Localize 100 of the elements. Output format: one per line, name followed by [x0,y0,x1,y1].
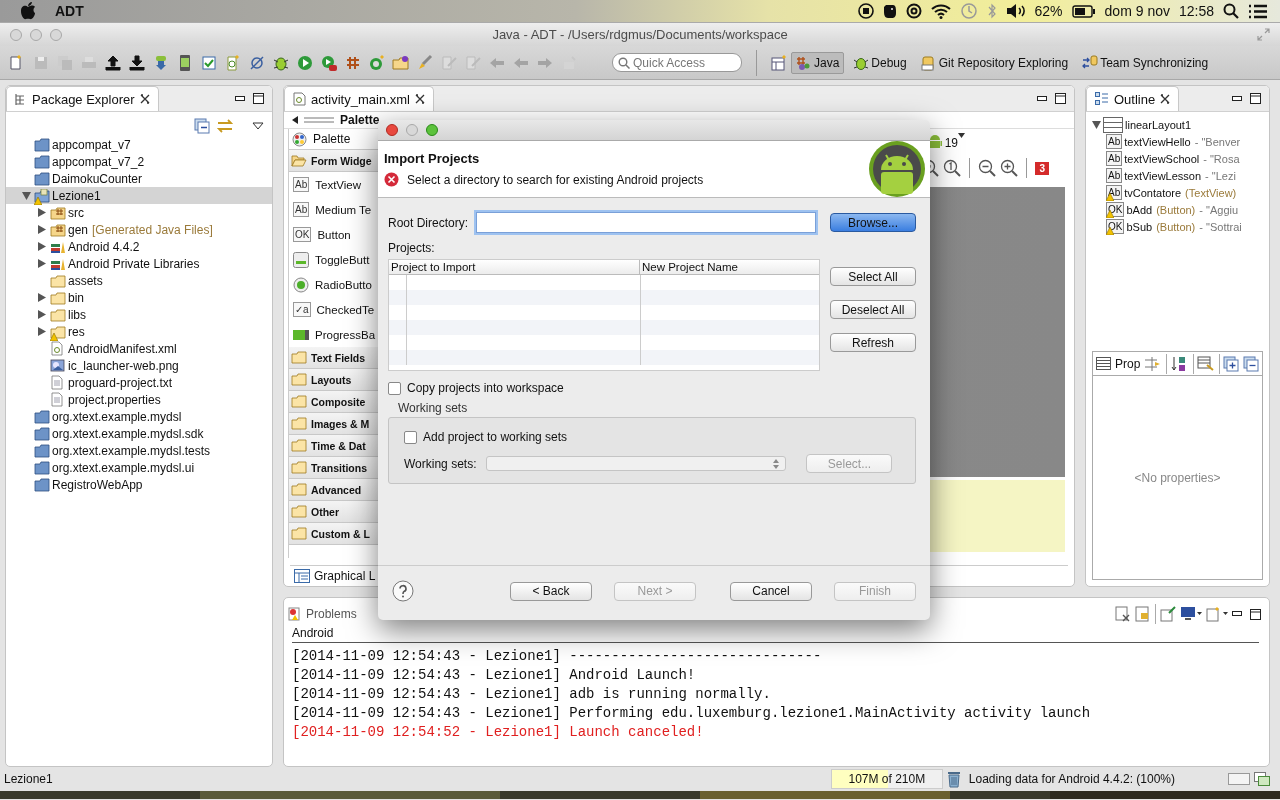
tree-item[interactable]: bin [6,289,272,306]
checkbox[interactable] [404,430,417,444]
palette-category[interactable]: Layouts [289,369,379,391]
close-icon[interactable] [139,94,150,104]
tree-item[interactable]: linearLayout1 [1092,116,1269,133]
error-count-badge[interactable]: 3 [1035,161,1049,175]
column-header[interactable]: New Project Name [640,260,738,274]
table-action-button[interactable]: Refresh [830,333,916,352]
table-action-button[interactable]: Select All [830,267,916,286]
stop-circle-icon[interactable] [857,3,874,19]
tree-item[interactable]: RegistroWebApp [6,476,272,493]
table-action-button[interactable]: Deselect All [830,300,916,319]
palette-category[interactable]: Time & Dat [289,435,379,457]
tree-item[interactable]: appcompat_v7 [6,136,272,153]
palette-category[interactable]: Other [289,501,379,523]
checkbox[interactable] [388,381,401,395]
column-header[interactable]: Project to Import [389,260,640,274]
run-stop-icon[interactable] [320,53,338,72]
pin-console-icon[interactable] [1160,606,1176,622]
apple-icon[interactable] [20,2,36,20]
view-tab[interactable]: Package Explorer [6,86,159,111]
battery-percentage[interactable]: 62% [1034,3,1063,19]
root-directory-field[interactable] [476,212,816,233]
tree-item[interactable]: OK bAdd (Button) - "Aggiu [1092,201,1269,218]
perspective-button[interactable]: Java [791,51,845,74]
palette-category[interactable]: Text Fields [289,347,379,369]
palette-category[interactable]: Form Widge [289,150,379,172]
minimize-icon[interactable] [1232,95,1242,102]
wizard-button[interactable]: < Back [510,581,592,601]
maximize-icon[interactable] [1055,93,1066,104]
palette-widget[interactable]: Ab Medium Te [289,197,379,222]
wifi-icon[interactable] [930,3,951,19]
clear-console-icon[interactable] [1115,606,1131,622]
app-name[interactable]: ADT [55,3,84,19]
battery-icon[interactable] [1071,4,1096,18]
palette-widget[interactable]: RadioButto [289,272,379,297]
display-console-icon[interactable] [1180,606,1202,622]
maximize-icon[interactable] [1250,608,1261,620]
palette-category[interactable]: Images & M [289,413,379,435]
windows-icon[interactable] [1254,772,1270,786]
tree-item[interactable]: OK bSub (Button) - "Sottrai [1092,218,1269,235]
browse-button[interactable]: Browse... [830,213,916,232]
expanded-arrow-icon[interactable] [21,191,31,200]
palette-widget[interactable]: Ab TextView [289,172,379,197]
palette-widget[interactable]: ✓a CheckedTe [289,297,379,322]
minimize-icon[interactable] [1037,95,1047,102]
table-edit-icon[interactable] [1196,355,1215,372]
date-label[interactable]: dom 9 nov [1104,3,1170,19]
tree-item[interactable]: AndroidManifest.xml [6,340,272,357]
drag-handle-icon[interactable] [304,117,334,123]
palette-category[interactable]: Advanced [289,479,379,501]
tree-item[interactable]: src [6,204,272,221]
tree-item[interactable]: ic_launcher-web.png [6,357,272,374]
open-folder-icon[interactable] [392,53,410,72]
close-icon[interactable] [414,94,425,104]
collapsed-arrow-icon[interactable] [38,293,46,302]
progress-indicator-icon[interactable] [1228,773,1250,785]
view-tab[interactable]: Outline [1086,86,1180,111]
tree-item[interactable]: org.xtext.example.mydsl.sdk [6,425,272,442]
collapse-arrow-icon[interactable] [292,116,298,124]
minimize-icon[interactable] [1232,611,1242,617]
perspective-button[interactable]: Team Synchronizing [1077,51,1214,74]
editor-tab[interactable]: activity_main.xml [284,86,434,111]
maximize-icon[interactable] [253,93,264,104]
link-editor-icon[interactable] [216,118,234,134]
palette-category[interactable]: Composite [289,391,379,413]
upload-icon[interactable] [104,53,122,72]
collapsed-arrow-icon[interactable] [38,310,46,319]
tree-item[interactable]: Ab textViewLesson - "Lezi [1092,167,1269,184]
help-icon[interactable] [392,580,414,602]
tree-item[interactable]: Lezione1 [6,187,272,204]
palette-category[interactable]: Custom & L [289,523,379,545]
tree-item[interactable]: org.xtext.example.mydsl [6,408,272,425]
download-icon[interactable] [128,53,146,72]
new-item-icon[interactable] [368,53,386,72]
palette-widget[interactable]: ToggleButt [289,247,379,272]
collapsed-arrow-icon[interactable] [38,327,46,336]
tree-item[interactable]: Ab tvContatore (TextView) [1092,184,1269,201]
zoom-out-icon[interactable] [978,159,997,177]
memory-meter[interactable]: 107M of 210M [830,769,943,789]
new-console-icon[interactable] [1206,606,1228,622]
palette-category[interactable]: Transitions [289,457,379,479]
tree-item[interactable]: Android Private Libraries [6,255,272,272]
maximize-icon[interactable] [1250,93,1261,104]
collapsed-arrow-icon[interactable] [38,225,46,234]
close-button[interactable] [386,124,398,136]
tree-item[interactable]: org.xtext.example.mydsl.tests [6,442,272,459]
tree-item[interactable]: gen [Generated Java Files] [6,221,272,238]
trash-icon[interactable] [946,770,961,788]
properties-tab[interactable]: Prop [1096,356,1141,371]
view-menu-icon[interactable] [252,122,264,130]
speaker-icon[interactable] [1005,3,1026,19]
palette-widget[interactable]: ProgressBa [289,322,379,347]
collapse-all-icon[interactable] [194,118,210,134]
crossed-link-icon[interactable] [248,53,266,72]
search-icon[interactable] [1223,3,1239,19]
zoom-button[interactable] [426,124,438,136]
problems-tab[interactable]: Problems [288,607,357,621]
perspective-button[interactable]: Debug [848,51,912,74]
tree-item[interactable]: res [6,323,272,340]
